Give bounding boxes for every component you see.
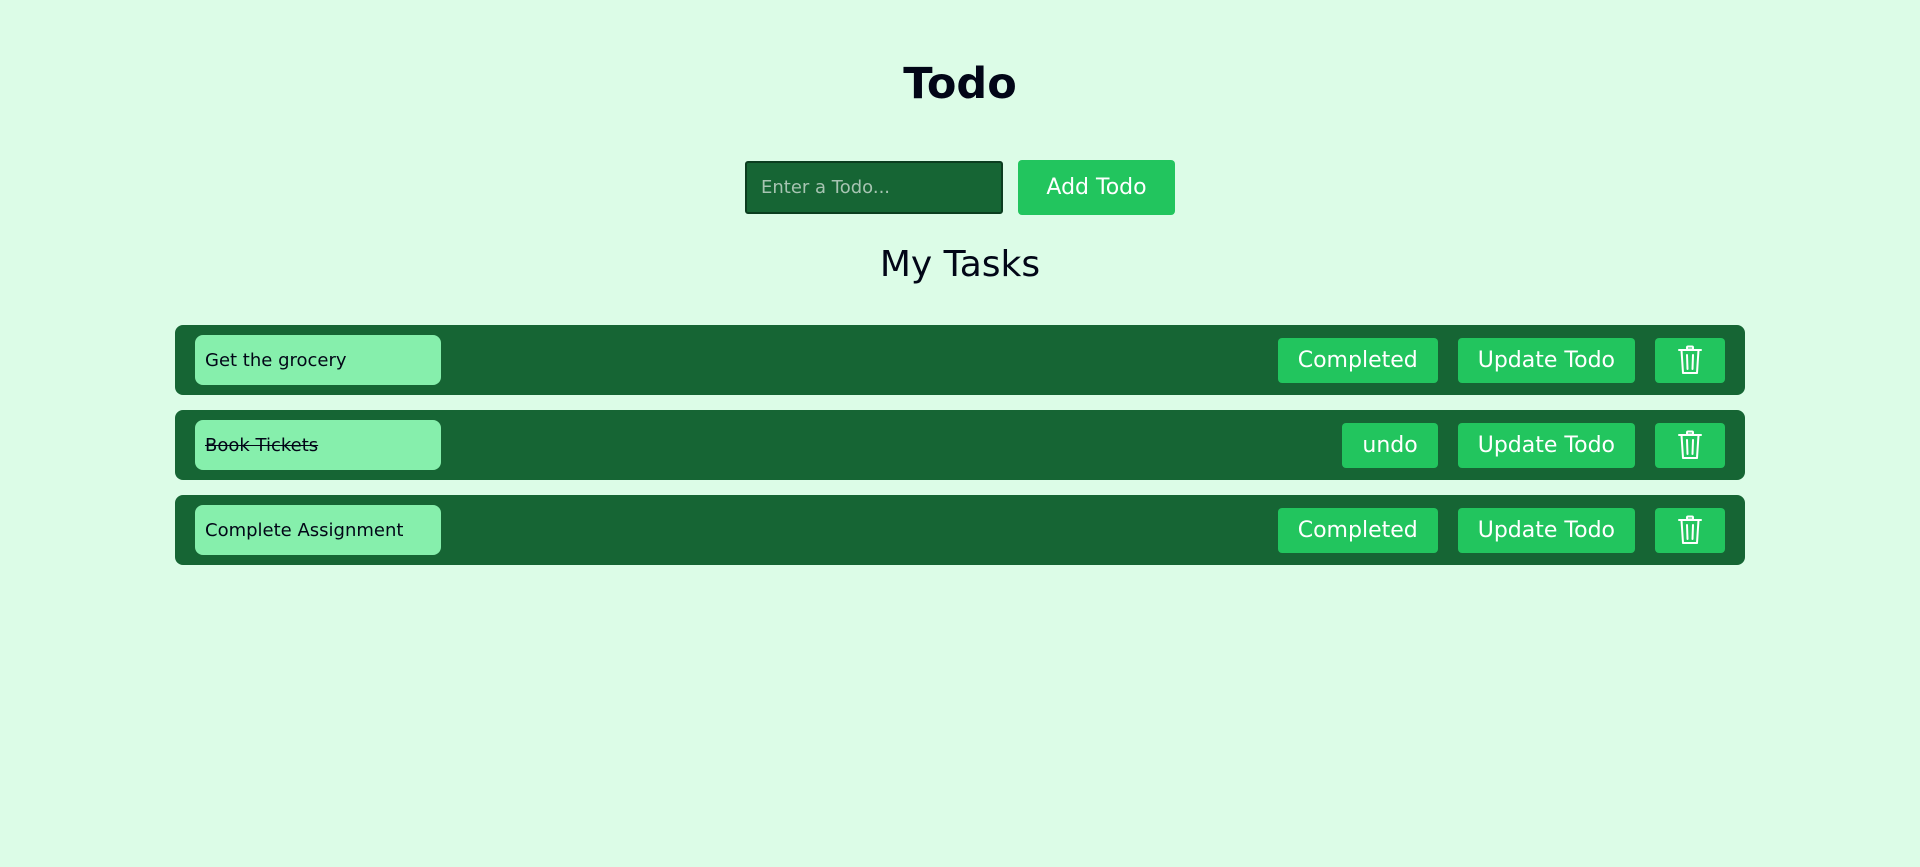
- todo-input[interactable]: [745, 160, 1003, 214]
- todo-app: Todo Add Todo My Tasks Get the grocery C…: [0, 0, 1920, 867]
- task-row: Get the grocery Completed Update Todo: [175, 325, 1745, 395]
- trash-icon: [1678, 430, 1702, 459]
- update-todo-button[interactable]: Update Todo: [1457, 337, 1635, 383]
- task-text-field[interactable]: Complete Assignment: [195, 505, 441, 555]
- complete-button[interactable]: Completed: [1277, 337, 1438, 383]
- update-todo-button[interactable]: Update Todo: [1457, 507, 1635, 553]
- task-text: Get the grocery: [205, 349, 347, 371]
- task-text: Complete Assignment: [205, 519, 404, 541]
- update-todo-button[interactable]: Update Todo: [1457, 422, 1635, 468]
- task-text: Book Tickets: [205, 434, 319, 456]
- trash-icon: [1678, 345, 1702, 374]
- task-text-field[interactable]: Book Tickets: [195, 420, 441, 470]
- task-text-field[interactable]: Get the grocery: [195, 335, 441, 385]
- delete-button[interactable]: [1655, 337, 1725, 383]
- tasks-heading: My Tasks: [879, 244, 1041, 285]
- task-row: Book Tickets undo Update Todo: [175, 410, 1745, 480]
- delete-button[interactable]: [1655, 507, 1725, 553]
- add-todo-form: Add Todo: [745, 159, 1175, 215]
- add-todo-button[interactable]: Add Todo: [1018, 159, 1175, 215]
- page-title: Todo: [903, 59, 1017, 109]
- delete-button[interactable]: [1655, 422, 1725, 468]
- task-list: Get the grocery Completed Update Todo Bo…: [175, 325, 1745, 580]
- task-row: Complete Assignment Completed Update Tod…: [175, 495, 1745, 565]
- trash-icon: [1678, 515, 1702, 544]
- undo-button[interactable]: undo: [1342, 422, 1438, 468]
- complete-button[interactable]: Completed: [1277, 507, 1438, 553]
